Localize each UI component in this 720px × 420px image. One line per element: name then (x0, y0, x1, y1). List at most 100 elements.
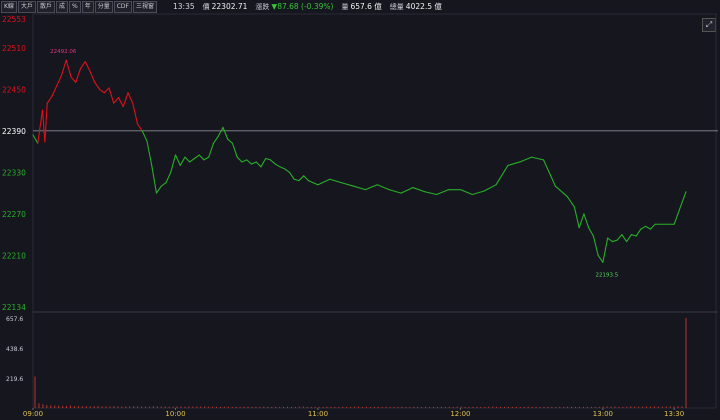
price-line-segment (165, 171, 172, 184)
price-line-segment (602, 237, 609, 263)
price-line-segment (554, 185, 568, 198)
price-line-segment (588, 227, 594, 237)
price-line-segment (155, 185, 162, 194)
price-line-segment (312, 182, 319, 186)
price-line-segment (32, 134, 39, 144)
price-line-segment (424, 191, 438, 196)
price-line-segment (79, 61, 86, 70)
time-tick-label: 11:00 (308, 410, 328, 418)
price-line-segment (542, 159, 556, 187)
price-line-segment (122, 92, 129, 108)
time-tick-label: 09:00 (23, 410, 43, 418)
price-line-segment (113, 97, 120, 104)
price-line-segment (279, 166, 286, 170)
price-line-segment (70, 76, 77, 83)
price-line-segment (260, 157, 267, 168)
price-line-segment (471, 190, 485, 196)
price-line-segment (160, 182, 167, 187)
price-line-segment (250, 161, 257, 165)
price-line-segment (573, 206, 580, 229)
price-line-segment (41, 109, 46, 143)
price-line-segment (307, 180, 314, 184)
price-tick-label: 22510 (2, 44, 26, 53)
price-line-segment (170, 154, 177, 173)
price-line-segment (227, 138, 234, 144)
price-line-segment (146, 140, 153, 166)
price-line-segment (231, 142, 238, 158)
price-line-segment (37, 109, 44, 144)
price-line-segment (108, 87, 115, 104)
price-tick-label: 22553 (2, 15, 26, 24)
volume-tick-label: 657.6 (6, 316, 23, 323)
price-line-segment (400, 187, 414, 194)
price-line-segment (198, 154, 205, 161)
price-line-segment (388, 189, 402, 194)
price-line-segment (519, 156, 533, 163)
price-line-segment (98, 88, 105, 94)
price-line-segment (44, 102, 48, 143)
price-line-segment (60, 59, 67, 76)
price-line-segment (597, 254, 604, 263)
price-tick-label: 22134 (2, 303, 26, 312)
price-line-segment (236, 156, 243, 163)
price-line-segment (583, 213, 590, 229)
price-line-segment (203, 156, 210, 161)
price-line-segment (531, 156, 545, 161)
price-line-segment (566, 196, 575, 208)
price-line-segment (208, 142, 215, 158)
price-line-segment (495, 164, 509, 186)
time-tick-label: 10:00 (165, 410, 185, 418)
price-line-segment (193, 154, 200, 160)
price-line-segment (592, 235, 599, 256)
price-line-segment (136, 123, 143, 132)
price-line-segment (141, 130, 148, 142)
price-line-segment (303, 175, 309, 182)
price-line-segment (284, 168, 291, 173)
price-line-segment (293, 178, 300, 182)
price-line-segment (212, 135, 219, 144)
price-line-segment (265, 157, 272, 161)
price-line-segment (241, 159, 248, 163)
price-line-segment (127, 92, 134, 104)
intraday-chart: 22553 22510 22450 22390 22330 22270 22210 22134… (2, 13, 718, 418)
price-line-segment (75, 67, 82, 83)
price-line-segment (412, 187, 426, 193)
price-line-segment (274, 163, 281, 168)
price-tick-label: 22450 (2, 85, 26, 94)
price-line-segment (635, 228, 642, 237)
volume-tick-label: 438.6 (6, 346, 23, 353)
price-line-segment (132, 102, 139, 125)
price-line-segment (459, 189, 473, 196)
price-line-segment (46, 95, 53, 104)
volume-tick-label: 219.6 (6, 376, 23, 383)
price-tick-label: 22210 (2, 251, 26, 260)
price-line-segment (611, 239, 618, 243)
price-line-segment (65, 59, 72, 78)
price-line-segment (436, 189, 450, 196)
price-line-segment (630, 234, 637, 237)
price-line-segment (626, 234, 632, 243)
price-line-segment (341, 182, 355, 187)
price-line-segment (483, 184, 497, 192)
price-line-segment (103, 87, 110, 94)
price-line-segment (246, 159, 253, 165)
price-line-segment (184, 156, 191, 163)
price-line-segment (84, 61, 91, 72)
price-line-segment (298, 175, 305, 182)
price-line-segment (89, 70, 96, 83)
price-line-segment (179, 156, 186, 166)
price-line-segment (578, 213, 585, 229)
price-line-segment (151, 164, 158, 194)
price-line-segment (189, 157, 196, 163)
price-line-segment (673, 191, 687, 225)
price-line-segment (117, 97, 124, 108)
price-line-segment (269, 159, 276, 165)
price-line-segment (376, 184, 390, 191)
price-line-segment (645, 225, 651, 230)
price-line-segment (255, 161, 262, 168)
price-line-segment (353, 185, 366, 191)
high-price-annotation: 22492.06 (50, 49, 77, 55)
price-line-segment (51, 85, 58, 97)
price-line-segment (174, 154, 181, 166)
price-tick-label: 22330 (2, 168, 26, 177)
